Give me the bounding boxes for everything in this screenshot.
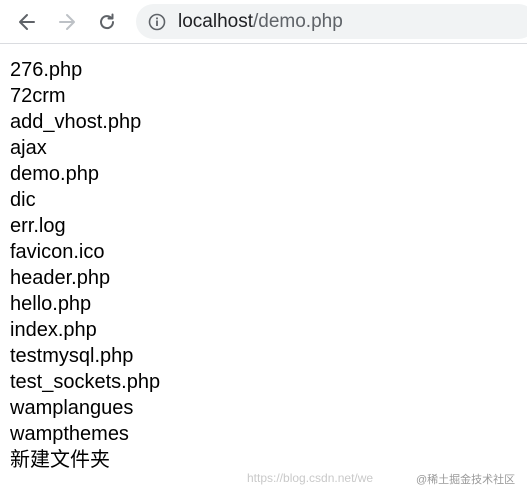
- address-host: localhost: [178, 11, 253, 32]
- list-item: add_vhost.php: [10, 111, 142, 133]
- reload-icon: [100, 13, 115, 30]
- list-item: wamplangues: [10, 397, 134, 419]
- list-item: header.php: [10, 267, 111, 289]
- list-item: wampthemes: [10, 423, 129, 445]
- list-item: err.log: [10, 215, 66, 237]
- list-item: 72crm: [10, 85, 66, 107]
- info-icon[interactable]: [148, 13, 166, 31]
- list-item: test_sockets.php: [10, 371, 161, 393]
- reload-button[interactable]: [91, 6, 123, 38]
- list-item: testmysql.php: [10, 345, 134, 367]
- list-item: favicon.ico: [10, 241, 105, 263]
- back-button[interactable]: [11, 6, 43, 38]
- forward-button[interactable]: [51, 6, 83, 38]
- file-listing: 276.php 72crm add_vhost.php ajax demo.ph…: [10, 57, 160, 473]
- list-item: demo.php: [10, 163, 99, 185]
- list-item: ajax: [10, 137, 47, 159]
- address-url[interactable]: localhost/demo.php: [178, 11, 343, 33]
- address-path: /demo.php: [253, 11, 343, 32]
- list-item: 新建文件夹: [10, 449, 110, 471]
- address-bar[interactable]: localhost/demo.php: [136, 4, 527, 39]
- list-item: index.php: [10, 319, 97, 341]
- watermark-url: https://blog.csdn.net/we: [247, 471, 374, 485]
- list-item: 276.php: [10, 59, 83, 81]
- list-item: hello.php: [10, 293, 92, 315]
- forward-arrow-icon: [59, 14, 75, 30]
- browser-toolbar: localhost/demo.php: [0, 0, 527, 44]
- list-item: dic: [10, 189, 36, 211]
- back-arrow-icon: [19, 14, 35, 30]
- watermark-brand: @稀土掘金技术社区: [416, 474, 516, 486]
